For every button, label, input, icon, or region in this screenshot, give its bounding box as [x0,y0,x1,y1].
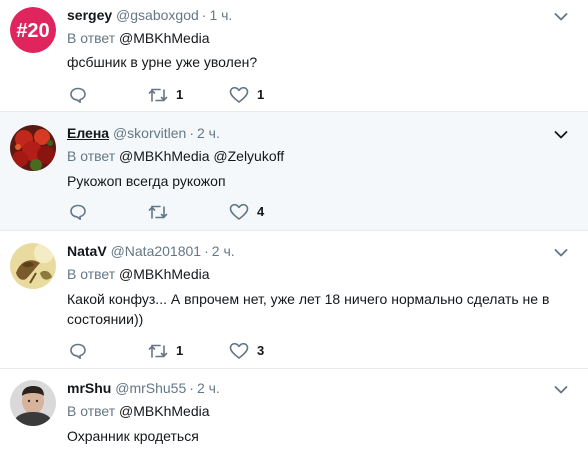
reply-context: В ответ @MBKhMedia [67,265,210,283]
retweet-count: 1 [176,343,184,358]
reply-prefix: В ответ [67,403,116,419]
retweet-icon [148,344,168,358]
avatar[interactable] [10,243,56,289]
author-handle[interactable]: @Nata201801 [111,243,202,259]
like-button[interactable] [229,203,249,221]
tweet-2[interactable]: Елена @skorvitlen · 2 ч. В ответ @MBKhMedi… [0,112,588,231]
reply-icon [70,204,86,220]
like-count: 1 [257,87,265,102]
reply-context: В ответ @MBKhMedia [67,29,210,47]
retweet-icon [148,88,168,102]
reply-context: В ответ @MBKhMedia @Zelyukoff [67,147,284,165]
tweet-text-line: состоянии)) [67,311,144,327]
like-button[interactable] [229,86,249,104]
reply-prefix: В ответ [67,266,116,282]
avatar[interactable]: #20 [10,7,56,53]
tweet-text: Охранник кродеться [67,428,199,444]
tweet-text: фсбшник в урне уже уволен? [67,54,258,70]
like-button[interactable] [229,342,249,360]
heart-icon [229,203,249,220]
separator: · [204,243,209,259]
separator: · [189,380,194,396]
avatar[interactable] [10,125,56,171]
avatar[interactable] [10,380,56,426]
retweet-button[interactable] [148,203,168,221]
reply-button[interactable] [69,342,87,360]
tweet-header: NataV @Nata201801 · 2 ч. [67,242,235,260]
author-handle[interactable]: @gsaboxgod [116,7,199,23]
chevron-down-icon[interactable] [554,12,568,22]
heart-icon [229,342,249,359]
like-count: 4 [257,204,265,219]
tweet-text: Какой конфуз... А впрочем нет, уже лет 1… [67,289,567,329]
reply-prefix: В ответ [67,30,116,46]
reply-context: В ответ @MBKhMedia [67,402,210,420]
reply-button[interactable] [69,203,87,221]
tweet-header: sergey @gsaboxgod · 1 ч. [67,6,232,24]
chevron-down-icon[interactable] [554,130,568,140]
timestamp[interactable]: 2 ч. [197,380,220,396]
author-name[interactable]: mrShu [67,380,111,396]
reply-mention[interactable]: @MBKhMedia [119,30,209,46]
reply-mention[interactable]: @MBKhMedia [119,266,209,282]
tweet-4[interactable]: mrShu @mrShu55 · 2 ч. В ответ @MBKhMedia О… [0,369,588,449]
reply-mention[interactable]: @MBKhMedia [119,403,209,419]
author-handle[interactable]: @mrShu55 [115,380,186,396]
tweet-text: Рукожоп всегда рукожоп [67,173,226,189]
timestamp[interactable]: 2 ч. [212,243,235,259]
timestamp[interactable]: 2 ч. [197,125,220,141]
retweet-button[interactable] [148,342,168,360]
chevron-down-icon[interactable] [554,248,568,258]
chevron-down-icon[interactable] [554,385,568,395]
reply-prefix: В ответ [67,148,116,164]
tweet-3[interactable]: NataV @Nata201801 · 2 ч. В ответ @MBKhMedi… [0,231,588,369]
separator: · [189,125,194,141]
reply-icon [70,343,86,359]
tweet-header: Елена @skorvitlen · 2 ч. [67,124,220,142]
author-name[interactable]: NataV [67,243,107,259]
reply-mention[interactable]: @MBKhMedia @Zelyukoff [119,148,284,164]
tweet-header: mrShu @mrShu55 · 2 ч. [67,379,220,397]
like-count: 3 [257,343,265,358]
heart-icon [229,86,249,103]
author-handle[interactable]: @skorvitlen [113,125,186,141]
separator: · [201,7,207,23]
retweet-button[interactable] [148,86,168,104]
author-name[interactable]: sergey [67,7,112,23]
author-name[interactable]: Елена [67,125,109,141]
reply-icon [70,87,86,103]
retweet-icon [148,205,168,219]
tweet-1[interactable]: #20 sergey @gsaboxgod · 1 ч. В ответ @MBKh… [0,0,588,112]
tweet-text-line: Какой конфуз... А впрочем нет, уже лет 1… [67,291,550,307]
avatar-text: #20 [16,20,49,42]
reply-button[interactable] [69,86,87,104]
timestamp[interactable]: 1 ч. [209,7,232,23]
retweet-count: 1 [176,87,184,102]
